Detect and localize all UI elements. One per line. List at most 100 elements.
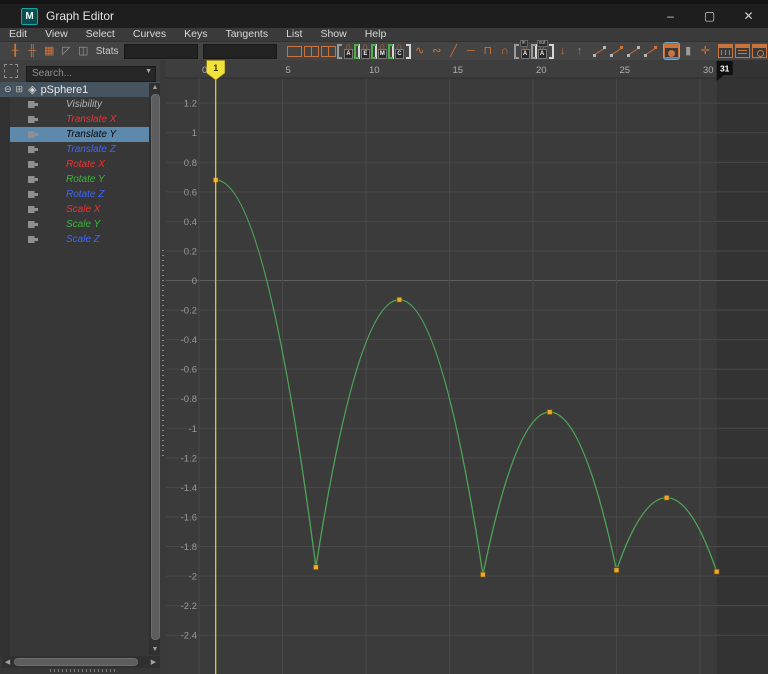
value-axis-label: -1: [189, 424, 197, 435]
menu-show[interactable]: Show: [311, 28, 355, 41]
channel-plug-icon: [28, 191, 38, 198]
step-tangent-button[interactable]: ⊓: [480, 43, 495, 59]
open-time-editor-button[interactable]: [752, 43, 767, 59]
value-axis-label: -2: [189, 572, 197, 583]
spline-tangent-button[interactable]: ∿: [412, 43, 427, 59]
keyframe-f12[interactable]: [397, 297, 402, 302]
insert-keys-tool-icon: ╫: [28, 43, 36, 59]
collapse-all-icon[interactable]: ⊖: [4, 84, 12, 95]
channel-row-rotate-y[interactable]: Rotate Y: [10, 172, 150, 187]
menu-view[interactable]: View: [36, 28, 77, 41]
plateau-tangent-button[interactable]: ∩: [497, 43, 512, 59]
unify-tangents-button[interactable]: ↑: [572, 43, 587, 59]
minimize-button[interactable]: –: [651, 4, 690, 28]
auto-snap-time-button[interactable]: [626, 43, 641, 59]
default-out-tangent-button[interactable]: ∩outA: [535, 43, 550, 59]
keyframe-f17[interactable]: [480, 572, 485, 577]
value-axis-label: -1.2: [181, 453, 197, 464]
out-of-range-band: [717, 60, 768, 674]
toolbar-group-gap: [659, 51, 662, 52]
stats-time-field[interactable]: [124, 44, 198, 59]
channel-row-translate-y[interactable]: Translate Y: [10, 127, 150, 142]
channel-row-scale-z[interactable]: Scale Z: [10, 232, 150, 247]
filter-selection-icon[interactable]: [4, 64, 18, 78]
center-current-time-button[interactable]: [321, 43, 336, 59]
auto-custom-tangent-button-icon: ∩C: [388, 44, 411, 59]
channel-row-visibility[interactable]: Visibility: [10, 97, 150, 112]
value-axis-label: -0.2: [181, 306, 197, 317]
value-axis-label: 0.8: [184, 158, 197, 169]
insert-keys-tool[interactable]: ╫: [25, 43, 40, 59]
search-input[interactable]: [26, 66, 156, 82]
free-tangent-weight-button[interactable]: [592, 43, 607, 59]
scroll-left-icon[interactable]: ◀: [2, 658, 13, 666]
channel-label: Scale X: [66, 204, 100, 215]
auto-frame-toggle-icon: [664, 44, 679, 58]
open-dope-sheet-button[interactable]: [718, 43, 733, 59]
menu-help[interactable]: Help: [356, 28, 396, 41]
linear-tangent-button[interactable]: ╱: [446, 43, 461, 59]
frame-playback-range-button[interactable]: [304, 43, 319, 59]
channel-plug-icon: [28, 236, 38, 243]
auto-frame-toggle[interactable]: [664, 43, 679, 59]
polysphere-icon: ◈: [28, 83, 36, 96]
channel-row-translate-x[interactable]: Translate X: [10, 112, 150, 127]
value-axis-label: 0.6: [184, 187, 197, 198]
retime-tool[interactable]: ◫: [76, 43, 91, 59]
open-trax-editor-button-icon: [735, 44, 750, 58]
keyframe-f7[interactable]: [313, 565, 318, 570]
graph-view[interactable]: 1.210.80.60.40.20-0.2-0.4-0.6-0.8-1-1.2-…: [166, 60, 768, 674]
vertical-scrollbar-thumb[interactable]: [151, 94, 160, 640]
panel-resize-grip[interactable]: [50, 669, 116, 672]
keyframe-f21[interactable]: [547, 410, 552, 415]
channel-row-rotate-z[interactable]: Rotate Z: [10, 187, 150, 202]
value-axis-label: 1.2: [184, 99, 197, 110]
move-nearest-picked-key-tool-icon: ╂: [12, 43, 19, 59]
stats-value-field[interactable]: [203, 44, 277, 59]
pin-channel-toggle[interactable]: ▮: [681, 43, 696, 59]
region-tool[interactable]: ◸: [59, 43, 74, 59]
break-tangents-button[interactable]: ↓: [555, 43, 570, 59]
move-nearest-picked-key-tool[interactable]: ╂: [8, 43, 23, 59]
clamped-tangent-button[interactable]: ∾: [429, 43, 444, 59]
menu-curves[interactable]: Curves: [124, 28, 175, 41]
channel-label: Rotate X: [66, 159, 105, 170]
keyframe-f28[interactable]: [664, 495, 669, 500]
channel-row-scale-x[interactable]: Scale X: [10, 202, 150, 217]
time-ruler[interactable]: [166, 60, 768, 78]
channel-label: Visibility: [66, 99, 102, 110]
keyframe-f31[interactable]: [714, 569, 719, 574]
auto-snap-value-button[interactable]: [643, 43, 658, 59]
scroll-right-icon[interactable]: ▶: [148, 658, 159, 666]
value-axis-label: 0: [192, 276, 197, 287]
expand-node-icon[interactable]: ⊞: [16, 84, 24, 95]
frame-all-button[interactable]: [287, 43, 302, 59]
channel-row-scale-y[interactable]: Scale Y: [10, 217, 150, 232]
channel-row-rotate-x[interactable]: Rotate X: [10, 157, 150, 172]
value-axis-label: -1.6: [181, 512, 197, 523]
lock-tangent-weight-button[interactable]: [609, 43, 624, 59]
menu-keys[interactable]: Keys: [175, 28, 216, 41]
channel-row-translate-z[interactable]: Translate Z: [10, 142, 150, 157]
horizontal-scrollbar[interactable]: ◀ ▶: [2, 656, 160, 668]
time-axis-label: 25: [620, 65, 631, 76]
lattice-deform-keys-tool[interactable]: ▦: [42, 43, 57, 59]
search-row: ▼: [0, 60, 160, 82]
center-view-button[interactable]: ✛: [698, 43, 713, 59]
keyframe-f25[interactable]: [614, 568, 619, 573]
lock-tangent-weight-button-icon: [610, 46, 623, 57]
horizontal-scrollbar-thumb[interactable]: [14, 658, 138, 666]
center-current-time-button-icon: [321, 46, 336, 57]
menu-select[interactable]: Select: [77, 28, 124, 41]
flat-tangent-button[interactable]: ─: [463, 43, 478, 59]
maximize-button[interactable]: ▢: [690, 4, 729, 28]
auto-custom-tangent-button[interactable]: ∩C: [392, 43, 407, 59]
menu-tangents[interactable]: Tangents: [216, 28, 277, 41]
channel-plug-icon: [28, 206, 38, 213]
open-trax-editor-button[interactable]: [735, 43, 750, 59]
tree-node-psphere1[interactable]: ⊖ ⊞ ◈ pSphere1: [0, 82, 160, 97]
menu-list[interactable]: List: [277, 28, 311, 41]
menu-edit[interactable]: Edit: [0, 28, 36, 41]
window-title: Graph Editor: [46, 9, 114, 23]
close-button[interactable]: ✕: [729, 4, 768, 28]
